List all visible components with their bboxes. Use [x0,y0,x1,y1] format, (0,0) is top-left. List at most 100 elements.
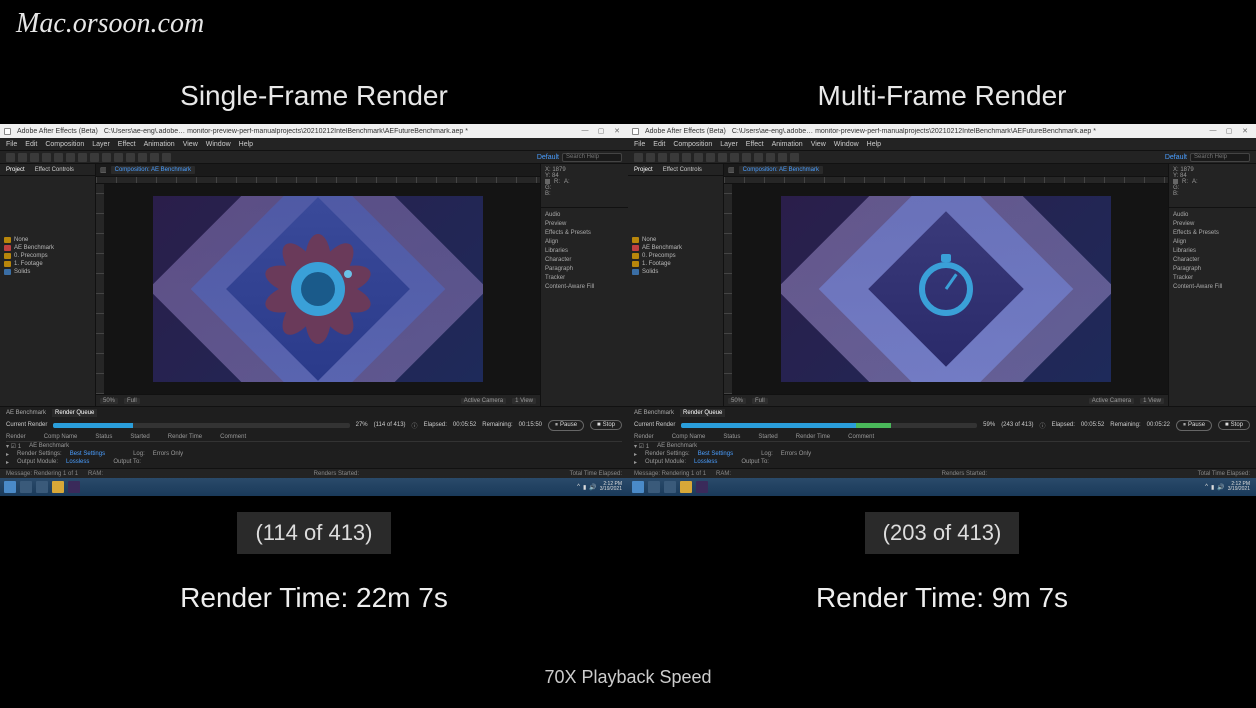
composition-tab[interactable]: Composition: AE Benchmark [111,166,195,174]
search-help-input[interactable]: Search Help [562,153,622,162]
pen-tool-icon[interactable] [90,153,99,162]
chevron-up-icon[interactable]: ^ [1205,484,1208,490]
menu-animation[interactable]: Animation [772,141,803,148]
minimize-button[interactable]: — [1206,127,1220,135]
info-icon[interactable]: ⓘ [1040,421,1046,430]
panel-caf[interactable]: Content-Aware Fill [1173,284,1252,290]
camera-select[interactable]: Active Camera [461,398,506,404]
folder-row[interactable]: 1. Footage [628,260,723,268]
explorer-icon[interactable] [680,481,692,493]
panel-audio[interactable]: Audio [1173,212,1252,218]
orbit-tool-icon[interactable] [682,153,691,162]
sound-icon[interactable]: 🔊 [1217,484,1224,491]
folder-row[interactable]: 1. Footage [0,260,95,268]
menu-edit[interactable]: Edit [25,141,37,148]
pen-tool-icon[interactable] [718,153,727,162]
panel-tracker[interactable]: Tracker [1173,275,1252,281]
close-button[interactable]: ✕ [1238,127,1252,135]
panel-align[interactable]: Align [545,239,624,245]
network-icon[interactable]: ▮ [1211,484,1214,491]
task-view-icon[interactable] [664,481,676,493]
panel-caf[interactable]: Content-Aware Fill [545,284,624,290]
viewport[interactable] [724,184,1168,394]
panel-align[interactable]: Align [1173,239,1252,245]
panel-preview[interactable]: Preview [545,221,624,227]
system-tray[interactable]: ^ ▮ 🔊 2:12 PM 3/19/2021 [1205,482,1252,492]
pause-button[interactable]: ⏸Pause [1176,420,1212,431]
roto-tool-icon[interactable] [778,153,787,162]
hand-tool-icon[interactable] [658,153,667,162]
menu-composition[interactable]: Composition [45,141,84,148]
hand-tool-icon[interactable] [30,153,39,162]
layout-icon[interactable]: ▥ [100,166,107,174]
menu-composition[interactable]: Composition [673,141,712,148]
ae-taskbar-icon[interactable] [68,481,80,493]
stamp-tool-icon[interactable] [754,153,763,162]
puppet-tool-icon[interactable] [790,153,799,162]
brush-tool-icon[interactable] [114,153,123,162]
menu-animation[interactable]: Animation [144,141,175,148]
menu-layer[interactable]: Layer [92,141,110,148]
zoom-level[interactable]: 50% [728,398,746,404]
tab-effect-controls[interactable]: Effect Controls [661,167,704,173]
menu-file[interactable]: File [634,141,645,148]
folder-row[interactable]: AE Benchmark [628,244,723,252]
close-button[interactable]: ✕ [610,127,624,135]
timeline-comp-tab[interactable]: AE Benchmark [634,410,674,416]
workspace-label[interactable]: Default [1165,154,1187,161]
folder-row[interactable]: AE Benchmark [0,244,95,252]
stop-button[interactable]: ■Stop [590,420,622,430]
panel-effects[interactable]: Effects & Presets [545,230,624,236]
menu-window[interactable]: Window [206,141,231,148]
text-tool-icon[interactable] [730,153,739,162]
panel-libraries[interactable]: Libraries [1173,248,1252,254]
search-icon[interactable] [20,481,32,493]
workspace-label[interactable]: Default [537,154,559,161]
folder-row[interactable]: Solids [0,268,95,276]
zoom-tool-icon[interactable] [42,153,51,162]
stop-button[interactable]: ■Stop [1218,420,1250,430]
panel-tracker[interactable]: Tracker [545,275,624,281]
maximize-button[interactable]: ▢ [1222,127,1236,135]
menubar[interactable]: File Edit Composition Layer Effect Anima… [628,138,1256,150]
menu-effect[interactable]: Effect [118,141,136,148]
network-icon[interactable]: ▮ [583,484,586,491]
selection-tool-icon[interactable] [646,153,655,162]
eraser-tool-icon[interactable] [138,153,147,162]
tab-project[interactable]: Project [4,167,27,173]
composition-tab[interactable]: Composition: AE Benchmark [739,166,823,174]
text-tool-icon[interactable] [102,153,111,162]
view-select[interactable]: 1 View [512,398,536,404]
ae-taskbar-icon[interactable] [696,481,708,493]
menu-window[interactable]: Window [834,141,859,148]
menu-help[interactable]: Help [867,141,881,148]
explorer-icon[interactable] [52,481,64,493]
panel-preview[interactable]: Preview [1173,221,1252,227]
folder-row[interactable]: 0. Precomps [628,252,723,260]
render-queue-tab[interactable]: Render Queue [680,409,725,417]
search-icon[interactable] [648,481,660,493]
system-tray[interactable]: ^ ▮ 🔊 2:12 PM 3/19/2021 [577,482,624,492]
folder-row[interactable]: None [0,236,95,244]
start-button[interactable] [632,481,644,493]
menu-file[interactable]: File [6,141,17,148]
folder-row[interactable]: Solids [628,268,723,276]
folder-row[interactable]: None [628,236,723,244]
folder-row[interactable]: 0. Precomps [0,252,95,260]
camera-select[interactable]: Active Camera [1089,398,1134,404]
brush-tool-icon[interactable] [742,153,751,162]
selection-tool-icon[interactable] [18,153,27,162]
layout-icon[interactable]: ▥ [728,166,735,174]
rotate-tool-icon[interactable] [66,153,75,162]
search-help-input[interactable]: Search Help [1190,153,1250,162]
timeline-comp-tab[interactable]: AE Benchmark [6,410,46,416]
panel-paragraph[interactable]: Paragraph [545,266,624,272]
sound-icon[interactable]: 🔊 [589,484,596,491]
home-icon[interactable] [634,153,643,162]
rect-tool-icon[interactable] [78,153,87,162]
panel-character[interactable]: Character [545,257,624,263]
tab-project[interactable]: Project [632,167,655,173]
menu-view[interactable]: View [811,141,826,148]
resolution-select[interactable]: Full [124,398,140,404]
roto-tool-icon[interactable] [150,153,159,162]
